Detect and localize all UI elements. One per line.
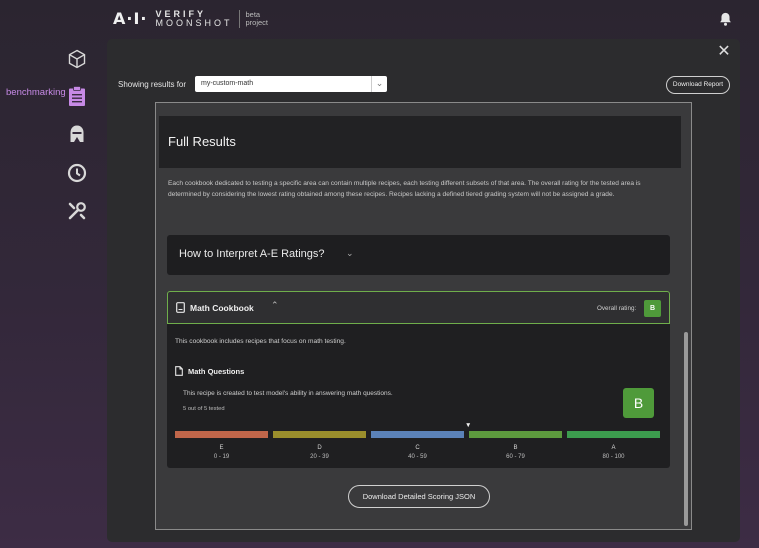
tools-icon [68,202,86,220]
recipe-grade-badge: B [623,388,654,418]
grade-bar-c [371,431,464,438]
results-scroll-panel[interactable]: Full Results Each cookbook dedicated to … [155,102,692,530]
logo-line-2: MOONSHOT [155,17,233,28]
interpret-ratings-title: How to Interpret A-E Ratings? [179,248,325,260]
grade-marker-icon: ▼ [465,422,472,429]
endpoint-select[interactable]: my-custom-math ⌄ [195,76,387,92]
sidebar-item-benchmarking[interactable] [67,85,87,107]
cookbook-body: This cookbook includes recipes that focu… [167,324,670,468]
sidebar-item-red-teaming[interactable] [66,123,88,145]
beta-line-2: project [245,17,269,27]
cookbook-header[interactable]: Math Cookbook ⌃ Overall rating: B [167,291,670,324]
grade-bar-e [175,431,268,438]
grade-letter-c: C [415,445,420,451]
page-title: Full Results [168,134,236,149]
red-team-icon [70,125,84,142]
document-icon [175,366,183,376]
cookbook-title: Math Cookbook [190,303,254,313]
grade-range-d: 20 - 39 [310,454,329,460]
grade-letter-b: B [513,445,518,451]
grade-range-c: 40 - 59 [408,454,427,460]
grade-range-e: 0 - 19 [213,454,230,460]
recipe-title: Math Questions [188,367,245,376]
beta-badge: beta project [245,10,269,27]
logo-text: VERIFY MOONSHOT [155,9,233,28]
results-header: Full Results [159,116,681,168]
history-icon [67,163,87,183]
clipboard-icon [69,85,85,106]
overall-grade-badge: B [644,300,661,317]
grade-bar-d [273,431,366,438]
grade-bar-a [567,431,660,438]
grade-bar-b [469,431,562,438]
grade-range-a: 80 - 100 [602,454,625,460]
filter-label: Showing results for [118,80,187,89]
book-icon [176,302,185,313]
brand-logo[interactable]: A·I· VERIFY MOONSHOT beta project [113,9,268,28]
scrollbar-thumb[interactable] [684,332,688,526]
chevron-down-icon[interactable]: ⌄ [346,248,354,259]
bell-icon[interactable] [718,11,733,27]
sidebar-item-utilities[interactable] [66,200,88,222]
sidebar-item-history[interactable] [66,162,88,184]
interpret-ratings-accordion[interactable]: How to Interpret A-E Ratings? ⌄ [167,235,670,275]
grade-scale: ▼ E 0 - 19 D 20 - 39 C 40 - 59 B 60 - 79 A 80 - 1… [175,422,662,461]
cookbook-description: This cookbook includes recipes that focu… [175,338,346,345]
overall-rating-label: Overall rating: [597,305,637,312]
grade-letter-a: A [611,445,616,451]
grade-letter-d: D [317,445,322,451]
logo-mark: A·I· [113,9,148,28]
download-scoring-json-button[interactable]: Download Detailed Scoring JSON [348,485,490,508]
grade-letter-e: E [219,445,224,451]
download-report-button[interactable]: Download Report [666,76,730,94]
recipe-tested-count: 5 out of 5 tested [183,406,225,412]
recipe-description: This recipe is created to test model's a… [183,390,393,397]
sidebar-item-dashboard[interactable] [66,48,88,70]
close-icon[interactable]: ✕ [716,44,732,60]
cube-icon [68,49,86,69]
results-modal: ✕ Showing results for my-custom-math ⌄ D… [107,39,740,542]
endpoint-select-value: my-custom-math [201,80,254,87]
grade-range-b: 60 - 79 [506,454,525,460]
chevron-up-icon[interactable]: ⌃ [271,300,279,311]
sidebar-label-benchmarking[interactable]: benchmarking [6,87,66,98]
top-bar: A·I· VERIFY MOONSHOT beta project [0,0,759,38]
chevron-down-icon[interactable]: ⌄ [371,76,387,92]
logo-divider [238,9,240,28]
results-intro: Each cookbook dedicated to testing a spe… [168,180,641,198]
